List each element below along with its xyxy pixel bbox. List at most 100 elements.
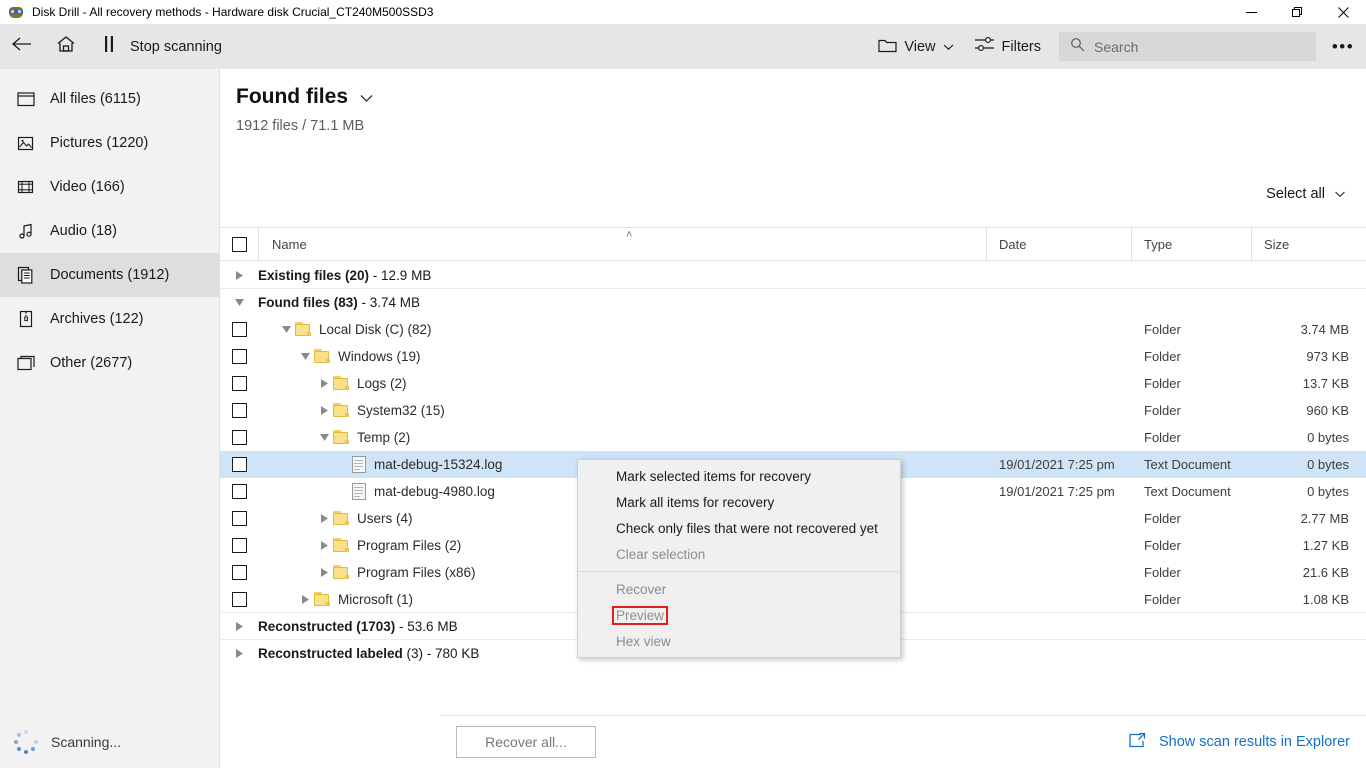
row-checkbox[interactable] <box>220 565 258 580</box>
text-document-icon <box>352 483 366 500</box>
twisty-collapsed-icon[interactable] <box>315 375 333 393</box>
row-checkbox[interactable] <box>220 376 258 391</box>
twisty-collapsed-icon[interactable] <box>230 645 248 663</box>
menu-item-mark-selected-items-for-recovery[interactable]: Mark selected items for recovery <box>578 463 900 489</box>
filters-button[interactable]: Filters <box>964 31 1051 63</box>
column-header-date[interactable]: Date <box>986 227 1131 261</box>
menu-item-mark-all-items-for-recovery[interactable]: Mark all items for recovery <box>578 489 900 515</box>
menu-item-hex-view: Hex view <box>578 628 900 654</box>
row-name-cell[interactable]: Temp (2) <box>258 429 986 447</box>
row-name-cell[interactable]: Windows (19) <box>258 348 986 366</box>
row-type-cell: Folder <box>1144 403 1181 418</box>
open-in-explorer-icon <box>1127 732 1147 753</box>
sidebar-item-other[interactable]: Other (2677) <box>0 341 219 385</box>
audio-icon <box>16 221 36 241</box>
row-date-cell: 19/01/2021 7:25 pm <box>999 484 1115 499</box>
column-header-size[interactable]: Size <box>1251 227 1366 261</box>
search-icon <box>1070 37 1085 57</box>
row-checkbox[interactable] <box>220 538 258 553</box>
row-twisty-cell[interactable] <box>220 645 258 663</box>
close-button[interactable] <box>1320 0 1366 24</box>
row-checkbox[interactable] <box>220 322 258 337</box>
node-label: Program Files (x86) <box>357 565 476 580</box>
row-checkbox[interactable] <box>220 349 258 364</box>
app-logo-icon <box>8 4 24 20</box>
select-all-button[interactable]: Select all <box>1266 186 1346 202</box>
twisty-collapsed-icon[interactable] <box>230 266 248 284</box>
table-row[interactable]: Windows (19) Folder 973 KB <box>220 343 1366 370</box>
twisty-expanded-icon[interactable] <box>296 348 314 366</box>
row-twisty-cell[interactable] <box>220 294 258 312</box>
more-options-button[interactable]: ••• <box>1320 24 1366 69</box>
stop-scanning-label[interactable]: Stop scanning <box>130 39 236 55</box>
menu-item-label: Recover <box>616 581 667 597</box>
row-checkbox[interactable] <box>220 511 258 526</box>
twisty-collapsed-icon[interactable] <box>315 537 333 555</box>
sidebar-item-audio[interactable]: Audio (18) <box>0 209 219 253</box>
twisty-expanded-icon[interactable] <box>230 294 248 312</box>
row-twisty-cell[interactable] <box>220 617 258 635</box>
select-all-checkbox[interactable] <box>220 227 258 261</box>
search-input[interactable]: Search <box>1059 32 1316 61</box>
row-checkbox[interactable] <box>220 430 258 445</box>
sidebar-item-pictures[interactable]: Pictures (1220) <box>0 121 219 165</box>
row-checkbox[interactable] <box>220 484 258 499</box>
table-row[interactable]: Found files (83) - 3.74 MB <box>220 289 1366 316</box>
pause-scan-button[interactable] <box>88 24 130 69</box>
row-name-cell[interactable]: Found files (83) - 3.74 MB <box>258 295 986 310</box>
twisty-collapsed-icon[interactable] <box>230 617 248 635</box>
row-name-cell[interactable]: Local Disk (C) (82) <box>258 321 986 339</box>
sidebar-item-archives[interactable]: Archives (122) <box>0 297 219 341</box>
scan-status: Scanning... <box>0 715 220 768</box>
recover-all-button[interactable]: Recover all... <box>456 726 596 758</box>
twisty-collapsed-icon[interactable] <box>296 590 314 608</box>
minimize-button[interactable] <box>1228 0 1274 24</box>
sort-ascending-icon: ˄ <box>626 229 633 241</box>
chevron-down-icon[interactable] <box>359 85 374 109</box>
menu-item-check-only-files-that-were-not-recovered-yet[interactable]: Check only files that were not recovered… <box>578 515 900 541</box>
table-row[interactable]: Temp (2) Folder 0 bytes <box>220 424 1366 451</box>
table-row[interactable]: Local Disk (C) (82) Folder 3.74 MB <box>220 316 1366 343</box>
row-date-cell: 19/01/2021 7:25 pm <box>999 457 1115 472</box>
back-arrow-icon <box>11 35 33 58</box>
table-row[interactable]: Logs (2) Folder 13.7 KB <box>220 370 1366 397</box>
context-menu[interactable]: Mark selected items for recovery Mark all… <box>577 459 901 658</box>
row-size-cell: 3.74 MB <box>1300 322 1349 337</box>
row-checkbox[interactable] <box>220 403 258 418</box>
content-header: Found files 1912 files / 71.1 MB <box>220 69 1366 134</box>
row-size-cell: 1.27 KB <box>1302 538 1349 553</box>
column-header-type[interactable]: Type <box>1131 227 1251 261</box>
row-checkbox[interactable] <box>220 591 258 607</box>
window-controls <box>1228 0 1366 24</box>
row-twisty-cell[interactable] <box>220 266 258 284</box>
sliders-icon <box>974 36 995 57</box>
row-checkbox[interactable] <box>220 457 258 472</box>
sidebar-item-video[interactable]: Video (166) <box>0 165 219 209</box>
row-size-cell: 21.6 KB <box>1302 565 1349 580</box>
folder-icon <box>314 591 331 607</box>
row-name-cell[interactable]: System32 (15) <box>258 402 986 420</box>
maximize-button[interactable] <box>1274 0 1320 24</box>
sidebar-item-documents[interactable]: Documents (1912) <box>0 253 219 297</box>
twisty-collapsed-icon[interactable] <box>315 510 333 528</box>
row-name-cell[interactable]: Logs (2) <box>258 375 986 393</box>
show-in-explorer-link[interactable]: Show scan results in Explorer <box>1127 732 1350 753</box>
node-label: Logs (2) <box>357 376 407 391</box>
table-row[interactable]: Existing files (20) - 12.9 MB <box>220 262 1366 289</box>
twisty-collapsed-icon[interactable] <box>315 402 333 420</box>
row-name-cell[interactable]: Existing files (20) - 12.9 MB <box>258 268 986 283</box>
chevron-down-icon <box>1334 186 1346 202</box>
sidebar-item-all-files[interactable]: All files (6115) <box>0 77 219 121</box>
row-size-cell: 2.77 MB <box>1300 511 1349 526</box>
twisty-collapsed-icon[interactable] <box>315 564 333 582</box>
back-button[interactable] <box>0 24 44 69</box>
column-header-name[interactable]: Name ˄ <box>258 227 986 261</box>
twisty-expanded-icon[interactable] <box>277 321 295 339</box>
twisty-expanded-icon[interactable] <box>315 429 333 447</box>
menu-item-label: Clear selection <box>616 546 706 562</box>
view-button[interactable]: View <box>868 31 963 63</box>
page-title[interactable]: Found files <box>236 85 1366 109</box>
table-row[interactable]: System32 (15) Folder 960 KB <box>220 397 1366 424</box>
row-type-cell: Folder <box>1144 322 1181 337</box>
home-button[interactable] <box>44 24 88 69</box>
